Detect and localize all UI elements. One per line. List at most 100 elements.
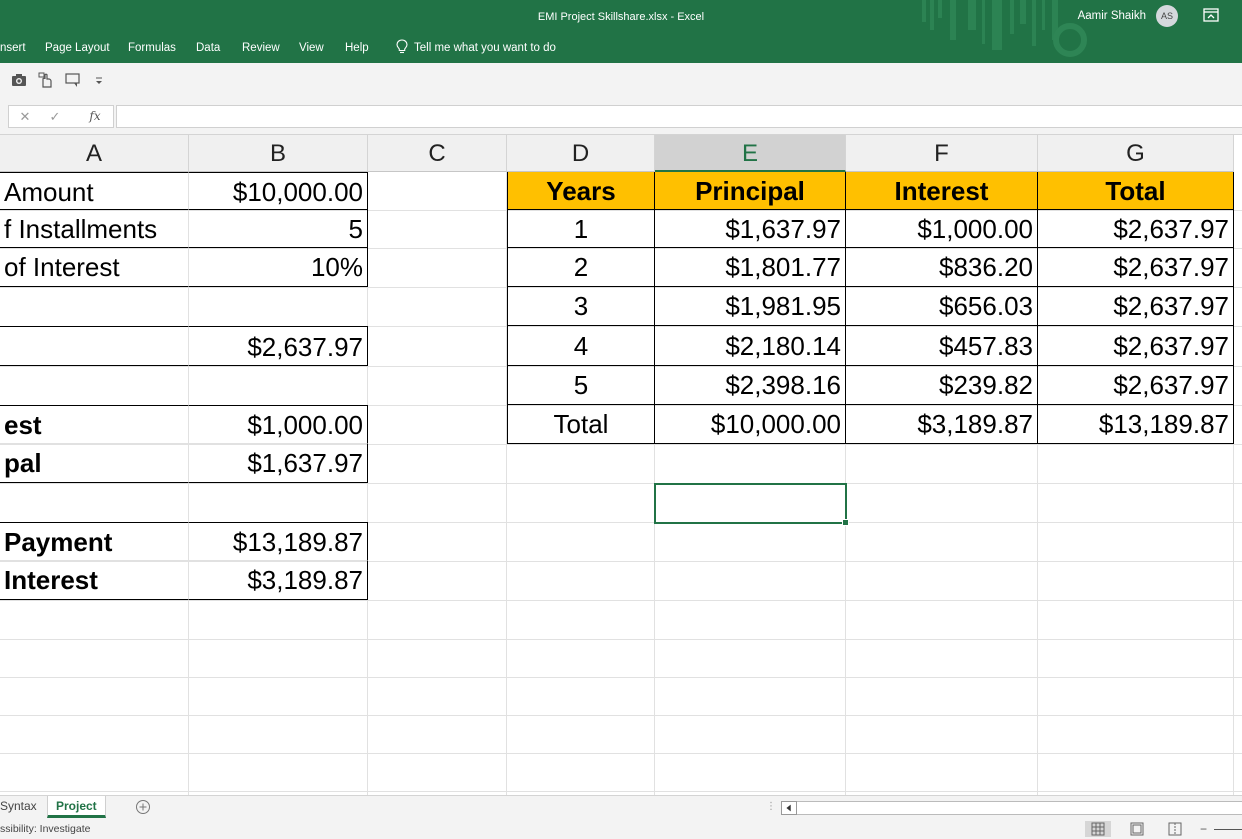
sheet-tab-syntax[interactable]: Syntax xyxy=(0,796,45,818)
formula-input[interactable] xyxy=(116,105,1242,128)
total-interest-value[interactable]: $3,189.87 xyxy=(189,561,368,600)
table-cell[interactable]: $3,189.87 xyxy=(846,405,1038,444)
active-cell[interactable] xyxy=(654,483,849,526)
gridline xyxy=(0,600,1242,601)
tell-me-search[interactable]: Tell me what you want to do xyxy=(396,34,556,62)
touch-mode-icon[interactable] xyxy=(37,71,55,89)
insert-function-icon[interactable]: fx xyxy=(83,106,107,127)
table-cell[interactable]: $13,189.87 xyxy=(1038,405,1234,444)
column-header-e[interactable]: E xyxy=(655,135,846,172)
tab-formulas[interactable]: Formulas xyxy=(128,34,176,62)
installments-value[interactable]: 5 xyxy=(189,210,368,248)
first-principal-label[interactable]: pal xyxy=(0,444,189,483)
tab-splitter-icon[interactable]: ⋮ xyxy=(766,801,776,812)
rate-label[interactable]: of Interest xyxy=(0,248,189,287)
table-cell[interactable]: $10,000.00 xyxy=(655,405,846,444)
table-cell[interactable]: $2,637.97 xyxy=(1038,366,1234,405)
formula-bar: ✕ ✓ fx xyxy=(0,103,1242,135)
table-cell[interactable]: Total xyxy=(507,405,655,444)
zoom-slider[interactable] xyxy=(1214,829,1242,830)
table-cell[interactable]: $2,637.97 xyxy=(1038,287,1234,326)
column-header-b[interactable]: B xyxy=(189,135,368,172)
table-cell[interactable]: $457.83 xyxy=(846,326,1038,366)
gridline xyxy=(0,715,1242,716)
schedule-header-total[interactable]: Total xyxy=(1038,172,1234,210)
avatar[interactable]: AS xyxy=(1156,5,1178,27)
enter-icon[interactable]: ✓ xyxy=(43,106,67,127)
table-cell[interactable]: $2,637.97 xyxy=(1038,248,1234,287)
installments-label[interactable]: f Installments xyxy=(0,210,189,248)
user-name[interactable]: Aamir Shaikh xyxy=(1078,0,1146,32)
tab-help[interactable]: Help xyxy=(345,34,369,62)
window-title: EMI Project Skillshare.xlsx - Excel xyxy=(537,11,705,23)
gridline xyxy=(0,483,1242,484)
add-sheet-icon[interactable] xyxy=(135,799,151,815)
column-header-c[interactable]: C xyxy=(368,135,507,172)
first-interest-value[interactable]: $1,000.00 xyxy=(189,405,368,444)
tab-page-layout[interactable]: Page Layout xyxy=(45,34,110,62)
gridline xyxy=(0,639,1242,640)
page-layout-view-icon[interactable] xyxy=(1124,821,1150,837)
column-header-d[interactable]: D xyxy=(507,135,655,172)
column-header-a[interactable]: A xyxy=(0,135,189,172)
rate-value[interactable]: 10% xyxy=(189,248,368,287)
total-payment-value[interactable]: $13,189.87 xyxy=(189,522,368,561)
column-header-g[interactable]: G xyxy=(1038,135,1234,172)
emi-label[interactable] xyxy=(0,326,189,366)
zoom-out-icon[interactable]: − xyxy=(1200,819,1207,839)
tab-data[interactable]: Data xyxy=(196,34,220,62)
table-cell[interactable]: $1,000.00 xyxy=(846,210,1038,248)
sheet-tab-project[interactable]: Project xyxy=(47,796,106,818)
first-principal-value[interactable]: $1,637.97 xyxy=(189,444,368,483)
table-cell[interactable]: $656.03 xyxy=(846,287,1038,326)
column-header-f[interactable]: F xyxy=(846,135,1038,172)
table-cell[interactable]: $1,637.97 xyxy=(655,210,846,248)
spreadsheet-grid[interactable]: A B C D E F G Amount $10,000.00 f Instal… xyxy=(0,135,1242,795)
table-cell[interactable]: $2,637.97 xyxy=(1038,210,1234,248)
table-cell[interactable]: 4 xyxy=(507,326,655,366)
total-payment-label[interactable]: Payment xyxy=(0,522,189,561)
emi-value[interactable]: $2,637.97 xyxy=(189,326,368,366)
comment-icon[interactable] xyxy=(64,71,82,89)
ribbon-display-options-icon[interactable] xyxy=(1203,8,1219,22)
table-cell[interactable]: $2,398.16 xyxy=(655,366,846,405)
tab-insert[interactable]: nsert xyxy=(0,34,26,62)
horizontal-scrollbar[interactable] xyxy=(797,801,1242,815)
accessibility-status[interactable]: ssibility: Investigate xyxy=(0,819,90,839)
formula-buttons: ✕ ✓ fx xyxy=(8,105,114,128)
scroll-left-icon[interactable] xyxy=(781,801,797,815)
cancel-icon[interactable]: ✕ xyxy=(13,106,37,127)
schedule-header-principal[interactable]: Principal xyxy=(655,172,846,210)
customize-toolbar-icon[interactable] xyxy=(95,71,103,89)
table-cell[interactable]: 2 xyxy=(507,248,655,287)
quick-access-toolbar xyxy=(0,63,1242,103)
table-cell[interactable]: $836.20 xyxy=(846,248,1038,287)
table-cell[interactable]: $2,180.14 xyxy=(655,326,846,366)
tab-review[interactable]: Review xyxy=(242,34,280,62)
gridline xyxy=(0,791,1242,792)
title-bar: EMI Project Skillshare.xlsx - Excel Aami… xyxy=(0,0,1242,34)
menu-bar-decoration xyxy=(950,34,1087,57)
page-break-view-icon[interactable] xyxy=(1162,821,1188,837)
total-interest-label[interactable]: Interest xyxy=(0,561,189,600)
normal-view-icon[interactable] xyxy=(1085,821,1111,837)
tab-view[interactable]: View xyxy=(299,34,324,62)
loan-amount-label[interactable]: Amount xyxy=(0,172,189,210)
schedule-header-interest[interactable]: Interest xyxy=(846,172,1038,210)
loan-amount-value[interactable]: $10,000.00 xyxy=(189,172,368,210)
ribbon-tabs: nsert Page Layout Formulas Data Review V… xyxy=(0,34,1242,63)
table-cell[interactable]: $2,637.97 xyxy=(1038,326,1234,366)
first-interest-label[interactable]: est xyxy=(0,405,189,444)
camera-icon[interactable] xyxy=(10,71,28,89)
schedule-header-years[interactable]: Years xyxy=(507,172,655,210)
lightbulb-icon xyxy=(396,39,408,54)
gridline xyxy=(0,753,1242,754)
table-cell[interactable]: $239.82 xyxy=(846,366,1038,405)
table-cell[interactable]: $1,981.95 xyxy=(655,287,846,326)
table-cell[interactable]: $1,801.77 xyxy=(655,248,846,287)
table-cell[interactable]: 5 xyxy=(507,366,655,405)
table-cell[interactable]: 3 xyxy=(507,287,655,326)
sheet-tab-bar: Syntax Project ⋮ xyxy=(0,795,1242,819)
tell-me-label: Tell me what you want to do xyxy=(414,42,556,54)
table-cell[interactable]: 1 xyxy=(507,210,655,248)
